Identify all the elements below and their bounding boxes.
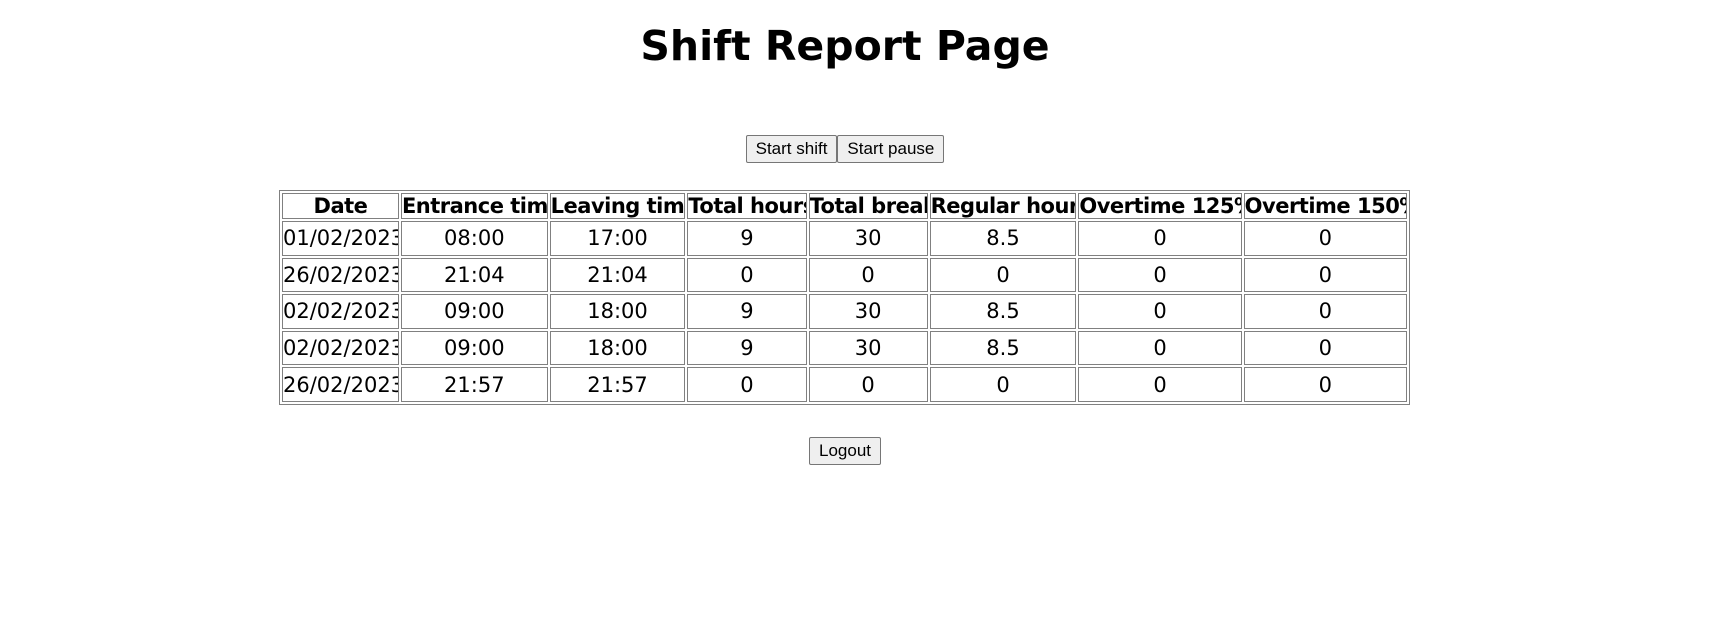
cell-regular-hours: 8.5 [929,221,1077,256]
logout-container: Logout [0,437,1690,465]
column-header-overtime-150: Overtime 150% [1243,193,1407,219]
cell-entrance-time: 09:00 [400,330,548,366]
start-shift-button[interactable]: Start shift [745,135,838,163]
cell-overtime-125: 0 [1078,330,1242,366]
shift-controls: Start shift Start pause [0,135,1690,163]
cell-overtime-125: 0 [1078,257,1242,293]
cell-overtime-150: 0 [1243,294,1407,329]
cell-total-hours: 0 [687,367,807,402]
cell-total-hours: 9 [687,221,807,256]
cell-regular-hours: 8.5 [929,294,1077,329]
cell-total-break: 0 [808,367,928,402]
table-row: 26/02/2023 21:04 21:04 0 0 0 0 0 [282,257,1407,293]
cell-total-break: 30 [808,294,928,329]
cell-leaving-time: 18:00 [549,294,686,329]
column-header-entrance-time: Entrance time [400,193,548,219]
cell-overtime-125: 0 [1078,221,1242,256]
column-header-regular-hours: Regular hours [929,193,1077,219]
cell-leaving-time: 21:57 [549,367,686,402]
cell-total-break: 30 [808,221,928,256]
cell-total-break: 0 [808,257,928,293]
shift-report-table: Date Entrance time Leaving time Total ho… [279,190,1410,405]
shift-report-page: Shift Report Page Start shift Start pause… [0,0,1717,618]
column-header-leaving-time: Leaving time [549,193,686,219]
cell-overtime-125: 0 [1078,294,1242,329]
table-row: 02/02/2023 09:00 18:00 9 30 8.5 0 0 [282,330,1407,366]
cell-date: 02/02/2023 [282,330,399,366]
cell-date: 26/02/2023 [282,257,399,293]
cell-total-hours: 9 [687,330,807,366]
cell-regular-hours: 0 [929,257,1077,293]
cell-overtime-150: 0 [1243,221,1407,256]
column-header-total-break: Total break [808,193,928,219]
cell-entrance-time: 21:57 [400,367,548,402]
cell-entrance-time: 21:04 [400,257,548,293]
cell-date: 26/02/2023 [282,367,399,402]
cell-overtime-150: 0 [1243,367,1407,402]
logout-button[interactable]: Logout [809,437,881,465]
column-header-total-hours: Total hours [687,193,807,219]
cell-overtime-150: 0 [1243,257,1407,293]
cell-date: 01/02/2023 [282,221,399,256]
start-pause-button[interactable]: Start pause [837,135,945,163]
cell-total-hours: 0 [687,257,807,293]
cell-date: 02/02/2023 [282,294,399,329]
table-row: 26/02/2023 21:57 21:57 0 0 0 0 0 [282,367,1407,402]
cell-regular-hours: 0 [929,367,1077,402]
cell-total-break: 30 [808,330,928,366]
cell-leaving-time: 17:00 [549,221,686,256]
table-row: 01/02/2023 08:00 17:00 9 30 8.5 0 0 [282,221,1407,256]
cell-regular-hours: 8.5 [929,330,1077,366]
page-title: Shift Report Page [640,22,1050,70]
column-header-overtime-125: Overtime 125% [1078,193,1242,219]
cell-leaving-time: 21:04 [549,257,686,293]
column-header-date: Date [282,193,399,219]
table-row: 02/02/2023 09:00 18:00 9 30 8.5 0 0 [282,294,1407,329]
table-header-row: Date Entrance time Leaving time Total ho… [282,193,1407,219]
cell-entrance-time: 08:00 [400,221,548,256]
cell-overtime-125: 0 [1078,367,1242,402]
cell-leaving-time: 18:00 [549,330,686,366]
cell-entrance-time: 09:00 [400,294,548,329]
cell-overtime-150: 0 [1243,330,1407,366]
cell-total-hours: 9 [687,294,807,329]
